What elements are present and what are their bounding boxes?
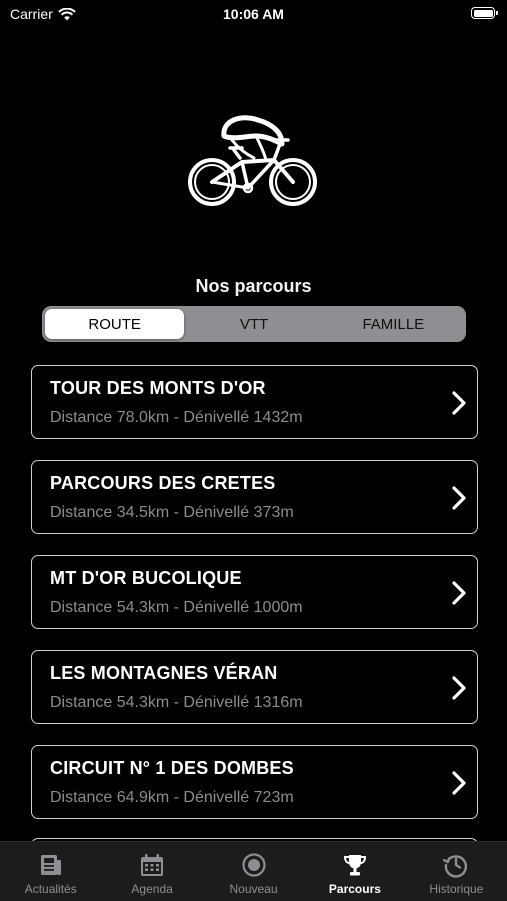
tab-label: Actualités — [24, 882, 77, 896]
trophy-icon — [343, 855, 366, 876]
chevron-right-icon — [452, 676, 466, 700]
route-subtitle: Distance 64.9km - Dénivellé 723m — [50, 789, 294, 806]
newspaper-icon — [40, 855, 61, 875]
clock: 10:06 AM — [223, 6, 284, 22]
battery-icon — [471, 7, 498, 19]
segment-famille[interactable]: FAMILLE — [324, 309, 463, 339]
route-title: MT D'OR BUCOLIQUE — [50, 568, 242, 588]
route-subtitle: Distance 54.3km - Dénivellé 1316m — [50, 694, 303, 711]
route-subtitle: Distance 78.0km - Dénivellé 1432m — [50, 409, 303, 426]
tab-nouveau[interactable]: Nouveau — [203, 842, 304, 901]
route-title: CIRCUIT N° 1 DES DOMBES — [50, 758, 294, 778]
tab-bar: Actualités Agenda Nouveau Parcours Histo… — [0, 841, 507, 901]
route-list: TOUR DES MONTS D'OR Distance 78.0km - Dé… — [31, 365, 478, 840]
tab-historique[interactable]: Historique — [406, 842, 507, 901]
segment-route[interactable]: ROUTE — [45, 309, 185, 339]
route-subtitle: Distance 34.5km - Dénivellé 373m — [50, 504, 294, 521]
history-icon — [443, 855, 468, 878]
status-bar: Carrier 10:06 AM — [0, 0, 507, 30]
route-title: LES MONTAGNES VÉRAN — [50, 663, 278, 683]
bicycle-logo-icon — [188, 115, 317, 206]
route-card[interactable]: MT D'OR BUCOLIQUE Distance 54.3km - Déni… — [31, 555, 478, 629]
tab-actualites[interactable]: Actualités — [0, 842, 101, 901]
chevron-right-icon — [452, 486, 466, 510]
route-subtitle: Distance 54.3km - Dénivellé 1000m — [50, 599, 303, 616]
tab-label: Historique — [429, 882, 484, 896]
section-title: Nos parcours — [195, 276, 312, 296]
route-type-segmented-control: ROUTE VTT FAMILLE — [42, 306, 466, 342]
chevron-right-icon — [452, 771, 466, 795]
route-card[interactable]: CIRCUIT N° 1 DES DOMBES Distance 64.9km … — [31, 745, 478, 819]
route-card[interactable]: LES MONTAGNES VÉRAN Distance 54.3km - Dé… — [31, 650, 478, 724]
route-card[interactable]: PARCOURS DES CRETES Distance 34.5km - Dé… — [31, 460, 478, 534]
chevron-right-icon — [452, 581, 466, 605]
tab-label: Agenda — [131, 882, 173, 896]
record-icon — [241, 853, 266, 877]
chevron-right-icon — [452, 391, 466, 415]
tab-parcours[interactable]: Parcours — [304, 842, 405, 901]
tab-label: Parcours — [328, 882, 381, 896]
route-title: PARCOURS DES CRETES — [50, 473, 276, 493]
route-title: TOUR DES MONTS D'OR — [50, 378, 266, 398]
tab-label: Nouveau — [229, 882, 278, 896]
route-card[interactable]: TOUR DES MONTS D'OR Distance 78.0km - Dé… — [31, 365, 478, 439]
tab-agenda[interactable]: Agenda — [101, 842, 202, 901]
segment-vtt[interactable]: VTT — [184, 309, 323, 339]
calendar-icon — [141, 854, 164, 876]
